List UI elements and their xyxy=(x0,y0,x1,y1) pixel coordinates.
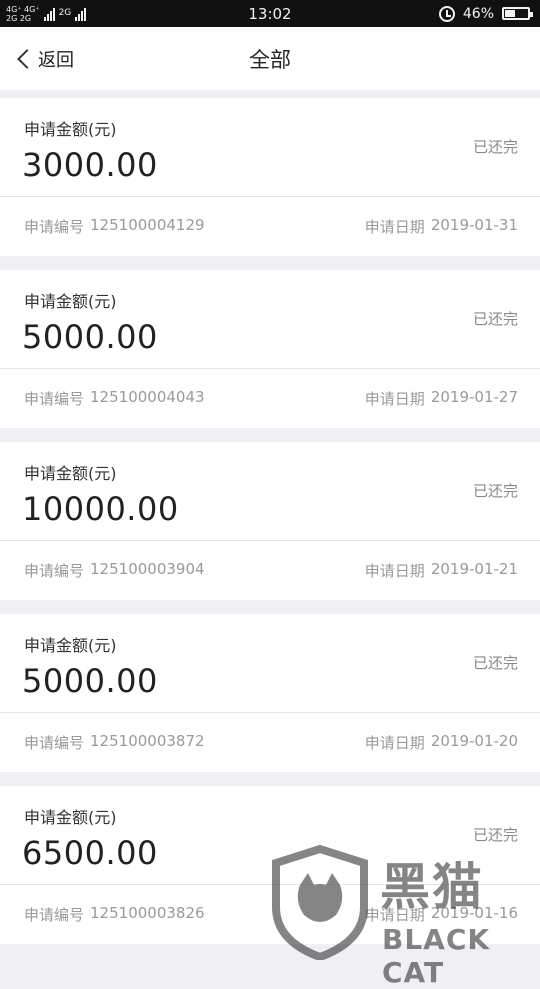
alarm-icon xyxy=(438,5,455,22)
status-badge: 已还完 xyxy=(472,310,518,328)
navigation-bar: 返回 全部 xyxy=(0,27,540,90)
application-date: 2019-01-16 xyxy=(430,904,518,922)
application-date-label: 申请日期 xyxy=(364,734,425,752)
application-number-label: 申请编号 xyxy=(24,218,85,236)
amount-value: 5000.00 xyxy=(22,662,158,700)
back-button[interactable]: 返回 xyxy=(0,27,74,90)
application-date-label: 申请日期 xyxy=(364,562,425,580)
amount-label: 申请金额(元) xyxy=(24,464,117,483)
application-number-label: 申请编号 xyxy=(24,734,85,752)
amount-label: 申请金额(元) xyxy=(24,636,117,655)
loan-record-card[interactable]: 申请金额(元) 6500.00 已还完 申请编号 125100003826 申请… xyxy=(0,786,540,944)
application-date-label: 申请日期 xyxy=(364,390,425,408)
loan-record-list: 申请金额(元) 3000.00 已还完 申请编号 125100004129 申请… xyxy=(0,90,540,944)
back-label: 返回 xyxy=(38,49,74,71)
loan-record-card[interactable]: 申请金额(元) 3000.00 已还完 申请编号 125100004129 申请… xyxy=(0,98,540,256)
amount-value: 6500.00 xyxy=(22,834,158,872)
loan-record-card[interactable]: 申请金额(元) 5000.00 已还完 申请编号 125100004043 申请… xyxy=(0,270,540,428)
status-badge: 已还完 xyxy=(472,654,518,672)
signal-icon xyxy=(43,7,55,21)
amount-value: 3000.00 xyxy=(22,146,158,184)
application-number: 125100003826 xyxy=(90,904,205,922)
application-date-label: 申请日期 xyxy=(364,218,425,236)
application-number-label: 申请编号 xyxy=(24,562,85,580)
battery-percent: 46% xyxy=(462,5,494,22)
application-date: 2019-01-27 xyxy=(430,388,518,406)
signal-icon xyxy=(75,7,87,21)
network-indicators: 4G⁺ 4G⁺ 2G 2G 2G xyxy=(0,4,87,23)
amount-value: 10000.00 xyxy=(22,490,179,528)
application-date: 2019-01-20 xyxy=(430,732,518,750)
network-type-bottom: 2G 2G xyxy=(6,13,32,23)
application-number: 125100004129 xyxy=(90,216,205,234)
application-number-label: 申请编号 xyxy=(24,390,85,408)
status-bar: 4G⁺ 4G⁺ 2G 2G 2G 13:02 46% xyxy=(0,0,540,27)
application-number: 125100003872 xyxy=(90,732,205,750)
network-type-extra: 2G xyxy=(58,8,72,18)
loan-record-card[interactable]: 申请金额(元) 10000.00 已还完 申请编号 125100003904 申… xyxy=(0,442,540,600)
application-number-label: 申请编号 xyxy=(24,906,85,924)
status-badge: 已还完 xyxy=(472,482,518,500)
page-title: 全部 xyxy=(249,47,291,72)
status-badge: 已还完 xyxy=(472,826,518,844)
loan-record-card[interactable]: 申请金额(元) 5000.00 已还完 申请编号 125100003872 申请… xyxy=(0,614,540,772)
application-number: 125100003904 xyxy=(90,560,205,578)
amount-value: 5000.00 xyxy=(22,318,158,356)
status-badge: 已还完 xyxy=(472,138,518,156)
application-date: 2019-01-21 xyxy=(430,560,518,578)
network-type-top: 4G⁺ 4G⁺ xyxy=(6,4,40,14)
chevron-left-icon xyxy=(17,48,37,69)
battery-icon xyxy=(502,7,533,20)
amount-label: 申请金额(元) xyxy=(24,292,117,311)
amount-label: 申请金额(元) xyxy=(24,120,117,139)
application-date-label: 申请日期 xyxy=(364,906,425,924)
application-date: 2019-01-31 xyxy=(430,216,518,234)
amount-label: 申请金额(元) xyxy=(24,808,117,827)
application-number: 125100004043 xyxy=(90,388,205,406)
